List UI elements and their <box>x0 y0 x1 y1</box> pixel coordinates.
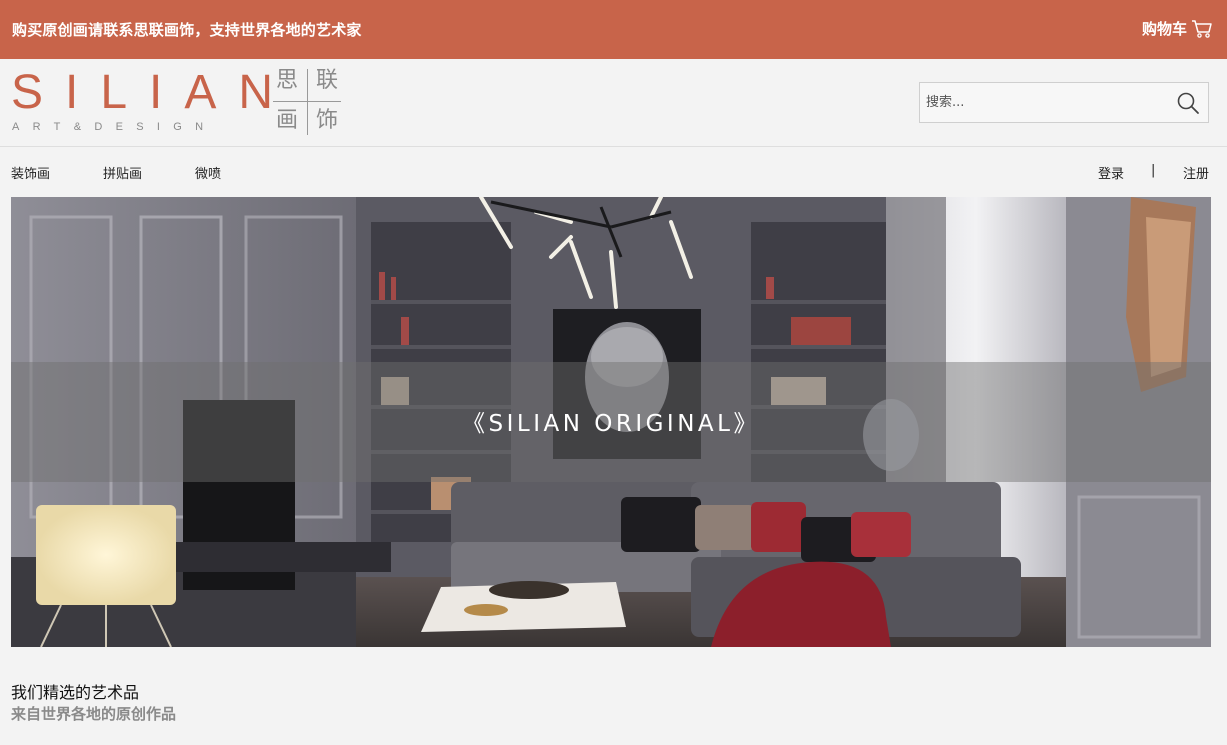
register-link[interactable]: 注册 <box>1183 163 1209 182</box>
featured-title: 我们精选的艺术品 <box>11 683 140 702</box>
logo-tagline: ART&DESIGN <box>12 121 217 133</box>
logo-chinese-mark: 思 联 画 饰 <box>273 69 341 135</box>
logo-brand: SILIAN <box>11 66 296 119</box>
promo-notice: 购买原创画请联系思联画饰，支持世界各地的艺术家 <box>12 21 362 39</box>
cart-icon <box>1191 19 1213 39</box>
nav-item-collage[interactable]: 拼贴画 <box>103 163 142 182</box>
nav-item-giclee[interactable]: 微喷 <box>195 163 221 182</box>
main-nav: 装饰画 拼贴画 微喷 登录 | 注册 <box>0 147 1227 197</box>
cart-label: 购物车 <box>1141 20 1187 38</box>
logo-char: 思 <box>276 68 299 93</box>
top-banner: 购买原创画请联系思联画饰，支持世界各地的艺术家 购物车 <box>0 0 1227 59</box>
hero-caption: 《SILIAN ORIGINAL》 <box>462 411 760 437</box>
nav-item-decorative-painting[interactable]: 装饰画 <box>11 163 50 182</box>
logo-char: 联 <box>316 68 339 93</box>
cart-button[interactable]: 购物车 <box>1142 18 1213 39</box>
search-input[interactable] <box>920 83 1176 122</box>
site-header: SILIAN ART&DESIGN 思 联 画 饰 <box>0 59 1227 147</box>
search-icon[interactable] <box>1176 91 1200 115</box>
search-box <box>919 82 1209 123</box>
featured-subtitle: 来自世界各地的原创作品 <box>11 705 177 723</box>
logo-char: 画 <box>276 108 299 133</box>
login-link[interactable]: 登录 <box>1098 163 1124 182</box>
site-logo[interactable]: SILIAN ART&DESIGN 思 联 画 饰 <box>11 66 351 139</box>
hero-banner[interactable]: 《SILIAN ORIGINAL》 <box>11 197 1211 647</box>
nav-separator: | <box>1151 163 1156 178</box>
logo-char: 饰 <box>316 108 339 133</box>
